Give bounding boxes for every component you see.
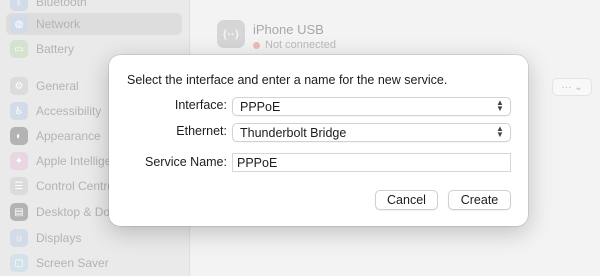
interface-value: PPPoE [240,99,281,114]
ethernet-value: Thunderbolt Bridge [240,125,347,140]
service-name-field[interactable]: PPPoE [232,153,511,172]
cancel-button[interactable]: Cancel [375,190,438,210]
chevron-up-down-icon: ▲ ▼ [496,98,504,113]
interface-label: Interface: [174,98,227,112]
interface-select[interactable]: PPPoE ▲ ▼ [232,97,511,116]
chevron-up-down-icon: ▲ ▼ [496,124,504,139]
create-button[interactable]: Create [448,190,511,210]
dialog-title: Select the interface and enter a name fo… [127,73,448,87]
ethernet-label: Ethernet: [176,124,227,138]
ethernet-select[interactable]: Thunderbolt Bridge ▲ ▼ [232,123,511,142]
service-name-label: Service Name: [145,155,227,169]
new-service-dialog: Select the interface and enter a name fo… [109,55,528,226]
